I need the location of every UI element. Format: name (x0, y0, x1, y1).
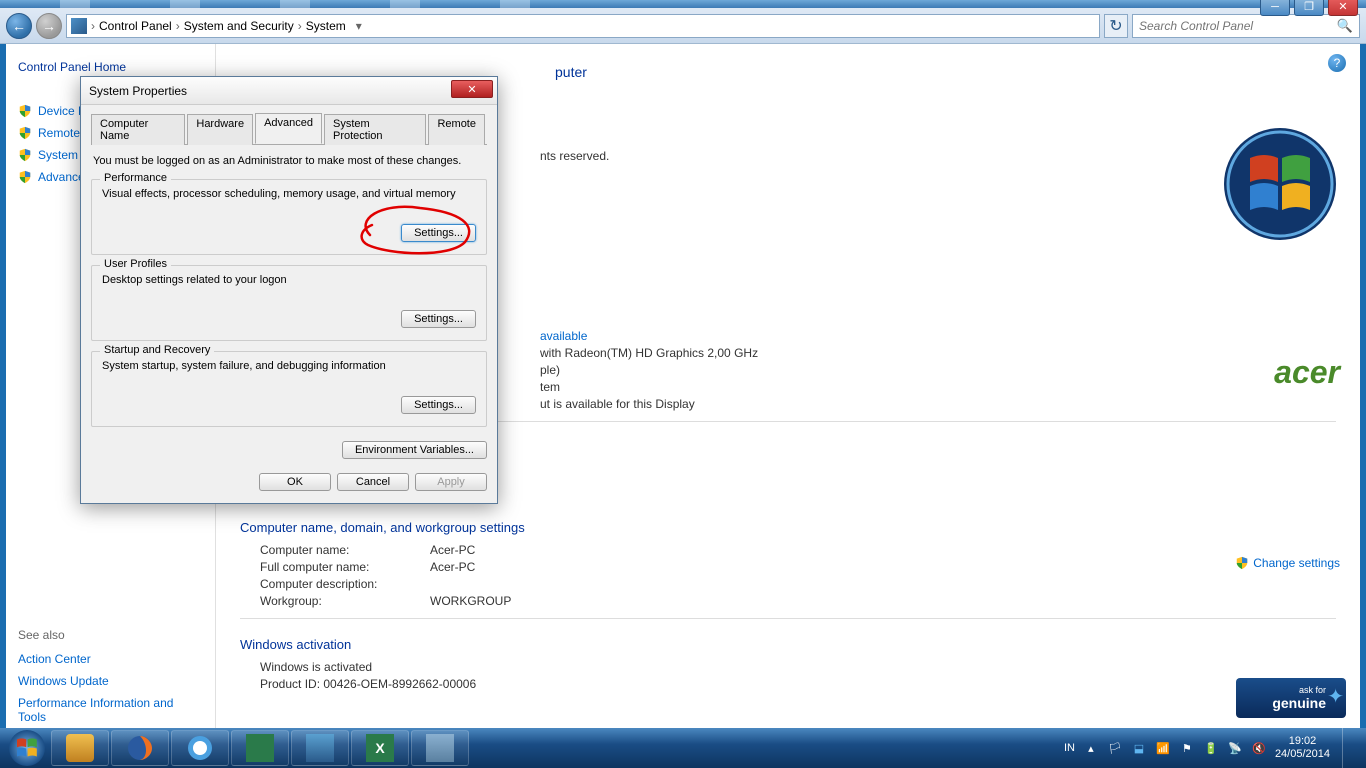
cancel-button[interactable]: Cancel (337, 473, 409, 491)
systype-value: tem (540, 380, 560, 394)
desc-label: Computer description: (260, 577, 430, 591)
breadcrumb-dropdown[interactable]: ▾ (350, 19, 368, 33)
sidebar-windows-update[interactable]: Windows Update (18, 670, 203, 692)
taskbar: X IN ▴ 🏳 ⬓ 📶 ⚑ 🔋 📡 🔇 19:02 24/05/2014 (0, 728, 1366, 768)
environment-variables-button[interactable]: Environment Variables... (342, 441, 487, 459)
see-also-heading: See also (18, 628, 203, 642)
startup-recovery-settings-button[interactable]: Settings... (401, 396, 476, 414)
genuine-badge[interactable]: ask for genuine ✦ (1236, 678, 1346, 718)
rating-link[interactable]: available (540, 329, 587, 343)
maximize-button[interactable]: ❐ (1294, 0, 1324, 16)
close-button[interactable]: ✕ (1328, 0, 1358, 16)
system-properties-dialog: System Properties ✕ Computer Name Hardwa… (80, 76, 498, 504)
clock[interactable]: 19:02 24/05/2014 (1275, 735, 1330, 761)
breadcrumb-control-panel[interactable]: Control Panel (99, 19, 172, 33)
group-performance: Performance Visual effects, processor sc… (91, 179, 487, 255)
start-button[interactable] (4, 728, 50, 768)
dialog-titlebar[interactable]: System Properties ✕ (81, 77, 497, 105)
performance-settings-button[interactable]: Settings... (401, 224, 476, 242)
minimize-button[interactable]: ─ (1260, 0, 1290, 16)
computer-name-value: Acer-PC (430, 543, 475, 557)
computer-name-label: Computer name: (260, 543, 430, 557)
taskbar-app-2[interactable] (231, 730, 289, 766)
pen-touch-value: ut is available for this Display (540, 397, 695, 411)
tab-remote[interactable]: Remote (428, 114, 485, 145)
wifi-icon[interactable]: 📡 (1227, 740, 1243, 756)
activation-status: Windows is activated (260, 660, 372, 674)
ram-value: ple) (540, 363, 560, 377)
tab-system-protection[interactable]: System Protection (324, 114, 426, 145)
breadcrumb-sep: › (91, 19, 95, 33)
breadcrumb-system[interactable]: System (306, 19, 346, 33)
processor-value: with Radeon(TM) HD Graphics 2,00 GHz (540, 346, 758, 360)
dialog-tabs: Computer Name Hardware Advanced System P… (91, 113, 487, 145)
group-user-profiles-desc: Desktop settings related to your logon (102, 274, 476, 286)
network-icon[interactable]: 📶 (1155, 740, 1171, 756)
dialog-close-button[interactable]: ✕ (451, 80, 493, 98)
control-panel-icon (71, 18, 87, 34)
group-user-profiles-title: User Profiles (100, 258, 171, 270)
windows-logo-icon (1220, 124, 1340, 244)
apply-button[interactable]: Apply (415, 473, 487, 491)
taskbar-app-1[interactable] (51, 730, 109, 766)
shield-icon (1235, 556, 1249, 570)
system-tray: IN ▴ 🏳 ⬓ 📶 ⚑ 🔋 📡 🔇 19:02 24/05/2014 (1064, 728, 1362, 768)
shield-icon (18, 126, 32, 140)
group-startup-recovery-desc: System startup, system failure, and debu… (102, 360, 476, 372)
group-startup-recovery: Startup and Recovery System startup, sys… (91, 351, 487, 427)
section-computer-name: Computer name, domain, and workgroup set… (240, 520, 1336, 535)
taskbar-app-3[interactable] (291, 730, 349, 766)
full-name-value: Acer-PC (430, 560, 475, 574)
shield-icon (18, 148, 32, 162)
shield-icon (18, 104, 32, 118)
sidebar-home-link[interactable]: Control Panel Home (18, 60, 203, 74)
user-profiles-settings-button[interactable]: Settings... (401, 310, 476, 328)
workgroup-value: WORKGROUP (430, 594, 511, 608)
taskbar-browser[interactable] (171, 730, 229, 766)
refresh-button[interactable]: ↻ (1104, 14, 1128, 38)
tab-advanced[interactable]: Advanced (255, 113, 322, 144)
search-box[interactable]: 🔍 (1132, 14, 1360, 38)
admin-note: You must be logged on as an Administrato… (93, 155, 485, 167)
breadcrumb[interactable]: › Control Panel › System and Security › … (66, 14, 1100, 38)
action-center-icon[interactable]: ⚑ (1179, 740, 1195, 756)
group-performance-desc: Visual effects, processor scheduling, me… (102, 188, 476, 200)
rights-text: nts reserved. (540, 149, 609, 163)
group-user-profiles: User Profiles Desktop settings related t… (91, 265, 487, 341)
tab-computer-name[interactable]: Computer Name (91, 114, 185, 145)
help-icon[interactable]: ? (1328, 54, 1346, 72)
sidebar-perf-info[interactable]: Performance Information and Tools (18, 692, 203, 728)
breadcrumb-system-security[interactable]: System and Security (184, 19, 294, 33)
taskbar-control-panel[interactable] (411, 730, 469, 766)
dropbox-icon[interactable]: ⬓ (1131, 740, 1147, 756)
shield-icon (18, 170, 32, 184)
full-name-label: Full computer name: (260, 560, 430, 574)
volume-icon[interactable]: 🔇 (1251, 740, 1267, 756)
tab-hardware[interactable]: Hardware (187, 114, 253, 145)
product-id: Product ID: 00426-OEM-8992662-00006 (260, 677, 476, 691)
workgroup-label: Workgroup: (260, 594, 430, 608)
section-activation: Windows activation (240, 637, 1336, 652)
star-icon: ✦ (1327, 684, 1344, 709)
sidebar-action-center[interactable]: Action Center (18, 648, 203, 670)
taskbar-firefox[interactable] (111, 730, 169, 766)
tray-up-icon[interactable]: ▴ (1083, 740, 1099, 756)
flag-icon[interactable]: 🏳 (1107, 740, 1123, 756)
acer-logo: acer (1274, 354, 1340, 391)
battery-icon[interactable]: 🔋 (1203, 740, 1219, 756)
forward-button[interactable]: → (36, 13, 62, 39)
language-indicator[interactable]: IN (1064, 742, 1075, 754)
group-startup-recovery-title: Startup and Recovery (100, 344, 214, 356)
change-settings-link[interactable]: Change settings (1235, 556, 1340, 570)
ok-button[interactable]: OK (259, 473, 331, 491)
taskbar-excel[interactable]: X (351, 730, 409, 766)
group-performance-title: Performance (100, 172, 171, 184)
dialog-title: System Properties (89, 84, 187, 98)
search-input[interactable] (1139, 19, 1337, 33)
address-bar: ← → › Control Panel › System and Securit… (0, 8, 1366, 44)
back-button[interactable]: ← (6, 13, 32, 39)
window-titlebar: ─ ❐ ✕ (0, 0, 1366, 8)
show-desktop-button[interactable] (1342, 728, 1354, 768)
search-icon[interactable]: 🔍 (1337, 18, 1353, 34)
